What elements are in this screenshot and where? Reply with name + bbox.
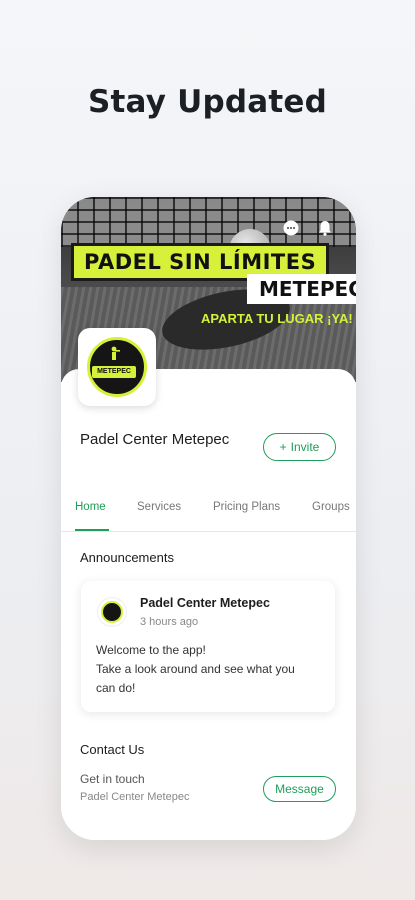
tab-active-indicator bbox=[75, 529, 109, 531]
invite-button[interactable]: + Invite bbox=[263, 433, 336, 461]
announcement-card[interactable]: Padel Center Metepec 3 hours ago Welcome… bbox=[81, 581, 335, 712]
tab-services[interactable]: Services bbox=[137, 501, 181, 513]
logo-text: METEPEC bbox=[92, 366, 136, 378]
tab-pricing-plans[interactable]: Pricing Plans bbox=[213, 501, 280, 513]
bell-icon[interactable] bbox=[314, 217, 336, 239]
contact-subtitle: Get in touch bbox=[80, 772, 145, 786]
contact-title: Contact Us bbox=[80, 742, 145, 757]
phone-frame: PADEL SIN LÍMITES METEPEC APARTA TU LUGA… bbox=[61, 197, 356, 840]
post-author: Padel Center Metepec bbox=[140, 596, 270, 610]
post-line: Welcome to the app! bbox=[96, 643, 206, 657]
cover-tagline: APARTA TU LUGAR ¡YA! bbox=[201, 311, 353, 326]
tab-groups[interactable]: Groups bbox=[312, 501, 350, 513]
main-content: Padel Center Metepec + Invite Home Servi… bbox=[61, 369, 356, 840]
cover-banner-line2: METEPEC bbox=[247, 274, 356, 304]
post-line: can do! bbox=[96, 681, 136, 695]
message-button[interactable]: Message bbox=[263, 776, 336, 802]
invite-label: Invite bbox=[290, 440, 320, 454]
avatar bbox=[98, 598, 126, 626]
page-headline: Stay Updated bbox=[87, 84, 328, 120]
club-logo-icon bbox=[101, 601, 123, 623]
club-logo-icon: METEPEC bbox=[87, 337, 147, 397]
tab-bar: Home Services Pricing Plans Groups bbox=[61, 497, 356, 532]
profile-logo: METEPEC bbox=[78, 328, 156, 406]
post-body: Welcome to the app! Take a look around a… bbox=[96, 641, 324, 698]
contact-org: Padel Center Metepec bbox=[80, 791, 190, 803]
tab-home[interactable]: Home bbox=[75, 501, 106, 513]
profile-name: Padel Center Metepec bbox=[80, 431, 230, 448]
chat-icon[interactable] bbox=[280, 217, 302, 239]
post-time: 3 hours ago bbox=[140, 616, 199, 628]
post-line: Take a look around and see what you bbox=[96, 662, 295, 676]
plus-icon: + bbox=[279, 440, 287, 454]
announcements-title: Announcements bbox=[80, 550, 174, 565]
